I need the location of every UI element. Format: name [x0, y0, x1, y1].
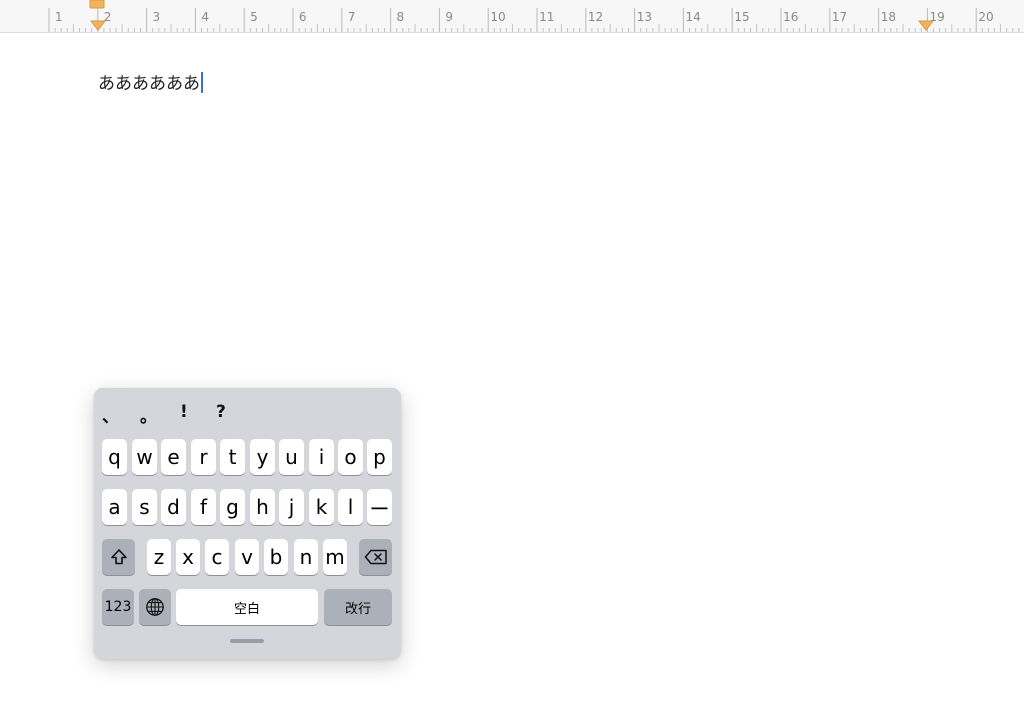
key-v[interactable]: v — [235, 539, 259, 575]
key-s[interactable]: s — [132, 489, 157, 525]
key-b[interactable]: b — [264, 539, 288, 575]
backspace-key[interactable] — [359, 539, 392, 575]
globe-icon — [146, 598, 164, 616]
key-i[interactable]: i — [309, 439, 334, 475]
key-q[interactable]: q — [102, 439, 127, 475]
ruler-number: 20 — [978, 10, 994, 24]
key-f[interactable]: f — [191, 489, 216, 525]
shift-key[interactable] — [102, 539, 135, 575]
key-z[interactable]: z — [147, 539, 171, 575]
document-body[interactable]: ああああああ — [98, 72, 203, 96]
key-k[interactable]: k — [309, 489, 334, 525]
ruler-number: 11 — [539, 10, 555, 24]
key-o[interactable]: o — [338, 439, 363, 475]
key-u[interactable]: u — [279, 439, 304, 475]
ruler-number: 1 — [54, 10, 63, 24]
key-n[interactable]: n — [294, 539, 318, 575]
ruler-number: 17 — [831, 10, 848, 24]
ruler-number: 14 — [685, 10, 701, 24]
key-r[interactable]: r — [191, 439, 216, 475]
ruler-number: 7 — [347, 10, 356, 24]
key-p[interactable]: p — [367, 439, 392, 475]
key-e[interactable]: e — [161, 439, 186, 475]
first-line-indent-marker[interactable] — [89, 0, 107, 32]
key-h[interactable]: h — [250, 489, 275, 525]
suggestion-question[interactable]: ? — [216, 402, 226, 422]
key-x[interactable]: x — [176, 539, 200, 575]
right-indent-marker[interactable] — [918, 0, 936, 32]
suggestion-ideographic-comma[interactable]: 、 — [102, 402, 119, 427]
key-w[interactable]: w — [132, 439, 157, 475]
key-y[interactable]: y — [250, 439, 275, 475]
ruler-number: 13 — [636, 10, 652, 24]
ruler-number: 5 — [250, 10, 258, 24]
key-l[interactable]: l — [338, 489, 363, 525]
key-g[interactable]: g — [220, 489, 245, 525]
key-j[interactable]: j — [279, 489, 304, 525]
key-t[interactable]: t — [220, 439, 245, 475]
ruler[interactable]: 1 2 3 4 5 6 7 8 9 10 11 12 13 14 15 16 17 18 19 20 — [0, 0, 1024, 33]
numbers-key[interactable]: 123 — [102, 589, 134, 625]
ruler-number: 9 — [445, 10, 453, 24]
key-a[interactable]: a — [102, 489, 127, 525]
key-m[interactable]: m — [323, 539, 347, 575]
return-key[interactable]: 改行 — [324, 589, 392, 625]
ruler-number: 18 — [880, 10, 896, 24]
ruler-number: 16 — [783, 10, 799, 24]
shift-icon — [110, 549, 127, 565]
ruler-number: 4 — [201, 10, 209, 24]
globe-key[interactable] — [139, 589, 171, 625]
key-d[interactable]: d — [161, 489, 186, 525]
suggestion-exclamation[interactable]: ! — [180, 402, 188, 422]
text-caret — [201, 72, 203, 93]
ruler-number: 3 — [152, 10, 161, 24]
ruler-number: 6 — [298, 10, 307, 24]
key-c[interactable]: c — [205, 539, 229, 575]
document-text: ああああああ — [98, 74, 200, 94]
ruler-number: 10 — [490, 10, 506, 24]
floating-keyboard: 、 。 ! ? q w e r t y u i o p a s d f g h … — [94, 388, 401, 659]
ruler-number: 8 — [396, 10, 405, 24]
ruler-number: 12 — [587, 10, 604, 24]
ruler-number: 15 — [734, 10, 750, 24]
key-long-vowel[interactable]: ー — [367, 489, 392, 525]
keyboard-drag-handle[interactable] — [230, 639, 264, 643]
space-key[interactable]: 空白 — [176, 589, 318, 625]
suggestion-ideographic-period[interactable]: 。 — [140, 402, 157, 427]
backspace-icon — [364, 549, 387, 565]
